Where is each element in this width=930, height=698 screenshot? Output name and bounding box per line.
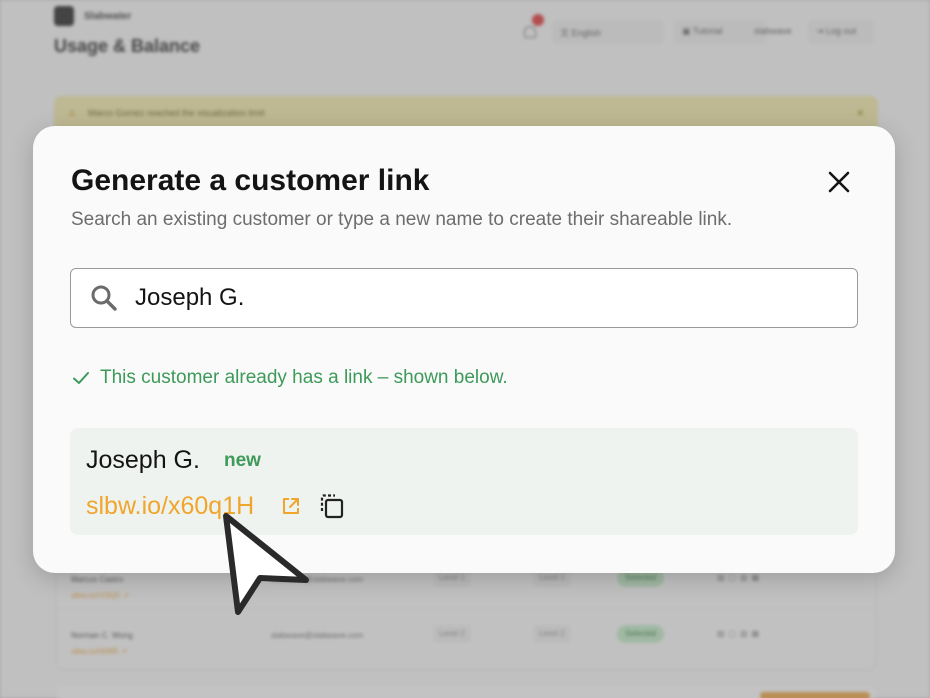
close-icon <box>828 171 850 193</box>
customer-result-card[interactable]: Joseph G. new slbw.io/x60q1H <box>70 428 858 535</box>
check-icon <box>73 372 89 384</box>
dialog-title: Generate a customer link <box>71 164 430 197</box>
customer-link-dialog: Generate a customer link Search an exist… <box>33 126 895 573</box>
customer-search-input[interactable] <box>135 279 835 317</box>
customer-name: Joseph G. <box>86 446 200 474</box>
close-button[interactable] <box>823 166 855 198</box>
copy-icon[interactable] <box>318 492 346 520</box>
new-badge: new <box>224 450 261 471</box>
external-link-icon[interactable] <box>280 495 302 517</box>
dialog-subtitle: Search an existing customer or type a ne… <box>71 209 733 230</box>
screen: Slabwater Usage & Balance 文 English ▣ Tu… <box>0 0 930 698</box>
search-icon <box>91 285 117 311</box>
customer-share-link[interactable]: slbw.io/x60q1H <box>86 492 254 521</box>
status-message: This customer already has a link – shown… <box>71 367 508 389</box>
status-text: This customer already has a link – shown… <box>100 367 508 388</box>
customer-search-field[interactable] <box>70 268 858 328</box>
